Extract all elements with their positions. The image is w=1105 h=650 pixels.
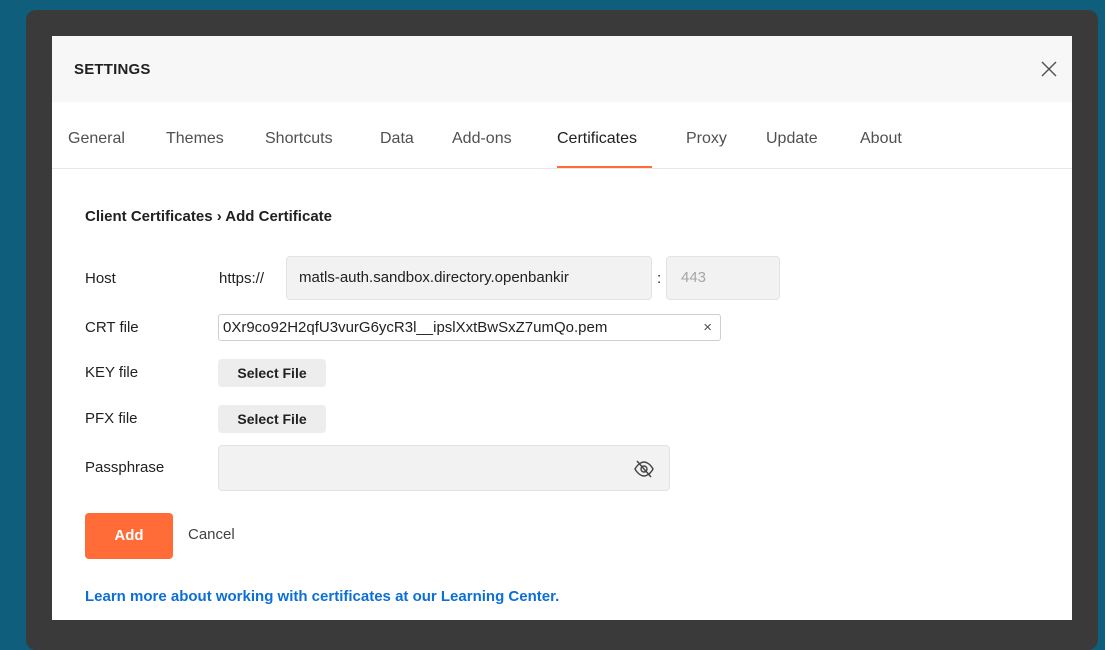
- crt-file-name: 0Xr9co92H2qfU3vurG6ycR3l__ipslXxtBwSxZ7u…: [223, 319, 608, 336]
- dialog-title: SETTINGS: [74, 61, 151, 78]
- tab-update[interactable]: Update: [766, 130, 818, 148]
- key-select-file-button[interactable]: Select File: [218, 359, 326, 387]
- tab-add-ons[interactable]: Add-ons: [452, 130, 512, 148]
- port-separator: :: [657, 270, 662, 287]
- passphrase-input[interactable]: [218, 445, 670, 491]
- tab-certificates[interactable]: Certificates: [557, 130, 637, 148]
- tab-about[interactable]: About: [860, 130, 902, 148]
- tab-shortcuts[interactable]: Shortcuts: [265, 130, 333, 148]
- pfx-select-file-button[interactable]: Select File: [218, 405, 326, 433]
- tab-general[interactable]: General: [68, 130, 125, 148]
- settings-tabs: General Themes Shortcuts Data Add-ons Ce…: [52, 102, 1072, 169]
- tab-proxy[interactable]: Proxy: [686, 130, 727, 148]
- host-label: Host: [85, 270, 116, 287]
- crt-file-label: CRT file: [85, 319, 139, 336]
- port-input[interactable]: 443: [666, 256, 780, 300]
- add-button[interactable]: Add: [85, 513, 173, 559]
- key-file-label: KEY file: [85, 364, 139, 381]
- breadcrumb: Client Certificates › Add Certificate: [85, 208, 332, 225]
- protocol-label: https://: [219, 270, 265, 287]
- settings-dialog: SETTINGS General Themes Shortcuts Data A…: [52, 36, 1072, 620]
- remove-file-icon[interactable]: ×: [703, 315, 712, 340]
- tab-data[interactable]: Data: [380, 130, 414, 148]
- passphrase-label: Passphrase: [85, 459, 165, 476]
- tab-themes[interactable]: Themes: [166, 130, 224, 148]
- active-tab-indicator: [557, 166, 652, 168]
- eye-off-icon[interactable]: [633, 459, 655, 479]
- dialog-header: SETTINGS: [52, 36, 1072, 102]
- learning-center-link[interactable]: Learn more about working with certificat…: [85, 588, 559, 605]
- host-input[interactable]: matls-auth.sandbox.directory.openbankir: [286, 256, 652, 300]
- close-icon[interactable]: [1038, 58, 1060, 80]
- crt-file-chip: 0Xr9co92H2qfU3vurG6ycR3l__ipslXxtBwSxZ7u…: [218, 314, 721, 341]
- cancel-button[interactable]: Cancel: [188, 526, 235, 543]
- pfx-file-label: PFX file: [85, 410, 138, 427]
